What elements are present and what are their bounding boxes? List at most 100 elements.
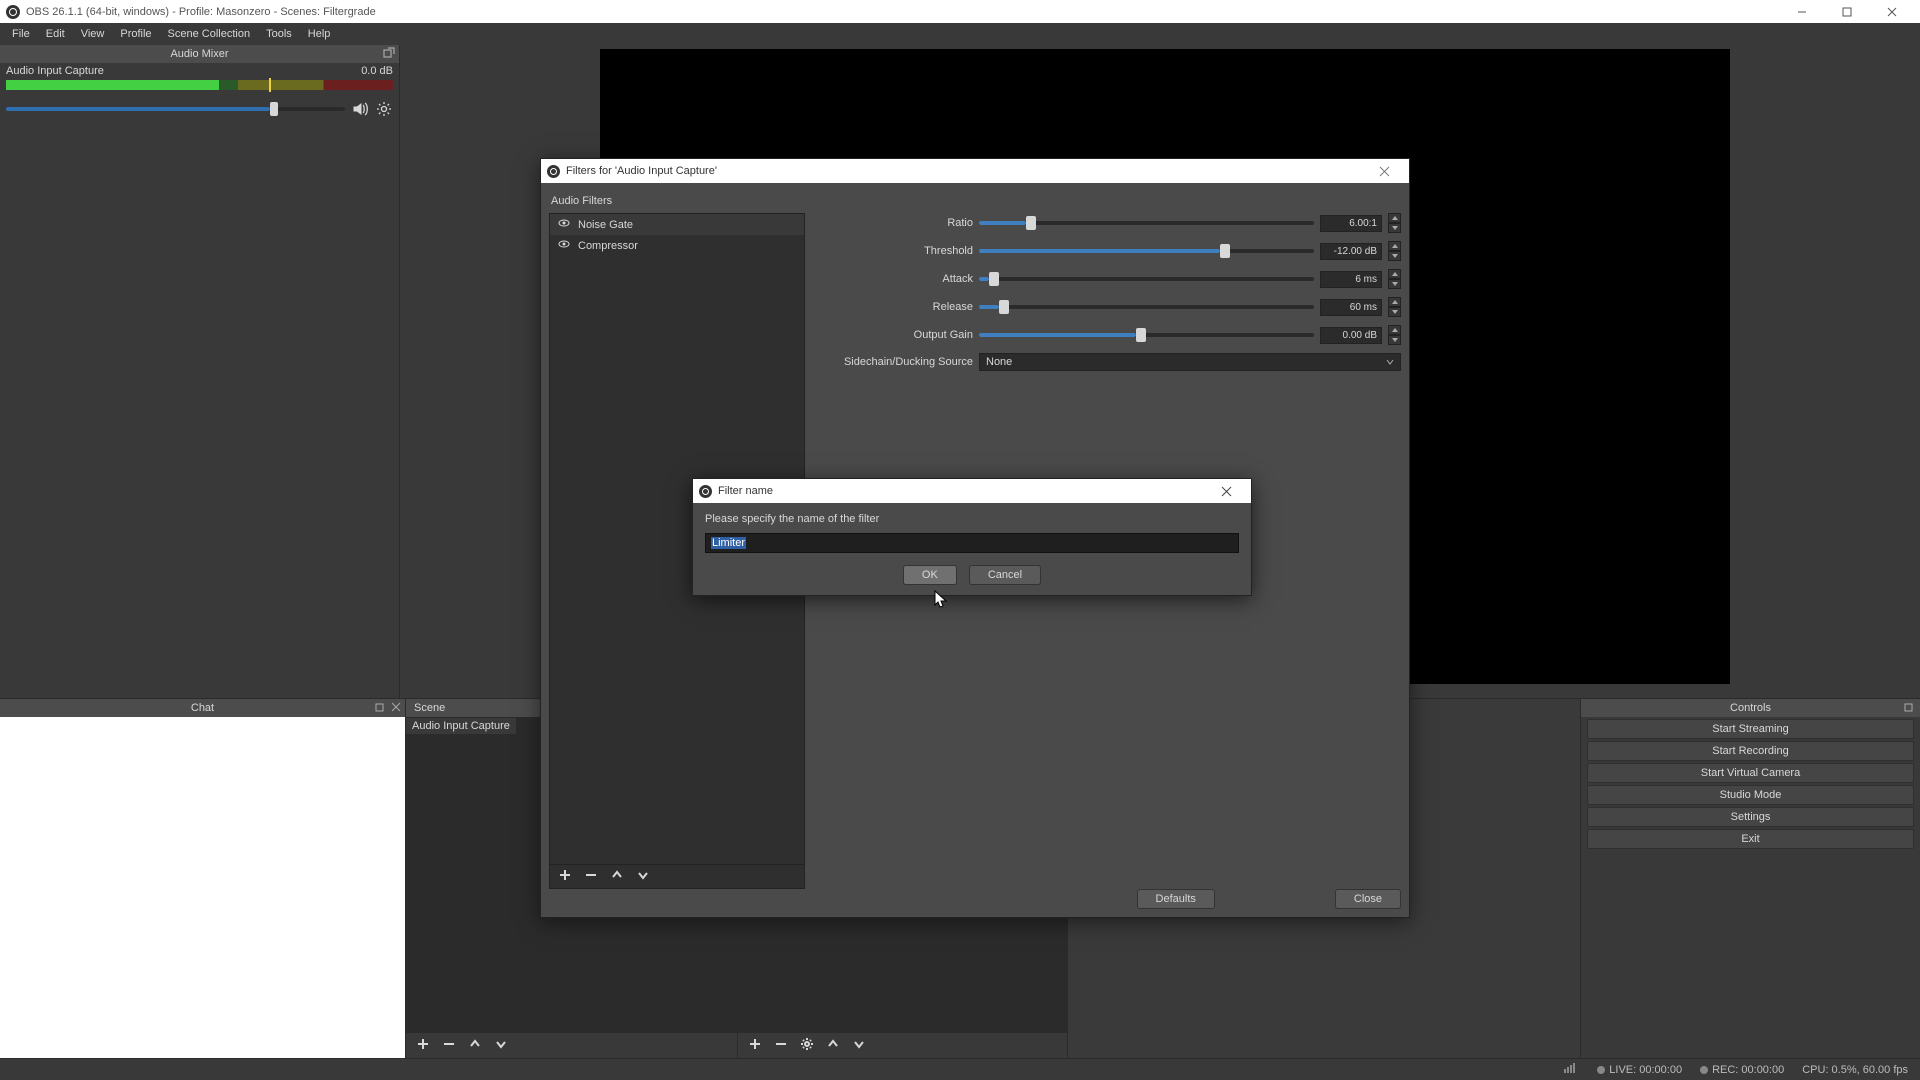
filter-name-prompt: Please specify the name of the filter <box>705 513 1239 525</box>
start-virtual-camera-button[interactable]: Start Virtual Camera <box>1587 763 1914 783</box>
add-icon[interactable] <box>558 868 572 885</box>
remove-icon[interactable] <box>442 1037 456 1054</box>
menu-scene-collection[interactable]: Scene Collection <box>160 25 259 43</box>
audio-meter <box>6 80 393 90</box>
close-icon[interactable] <box>1365 159 1403 183</box>
move-up-icon[interactable] <box>610 868 624 885</box>
audio-mixer-title: Audio Mixer <box>0 45 399 63</box>
release-slider[interactable] <box>979 305 1314 309</box>
start-streaming-button[interactable]: Start Streaming <box>1587 719 1914 739</box>
controls-panel: Controls Start Streaming Start Recording… <box>1580 698 1920 1058</box>
exit-button[interactable]: Exit <box>1587 829 1914 849</box>
defaults-button[interactable]: Defaults <box>1137 889 1215 909</box>
mouse-cursor <box>934 590 948 610</box>
controls-title: Controls <box>1730 702 1771 714</box>
menu-profile[interactable]: Profile <box>112 25 159 43</box>
prop-attack: Attack 6 ms <box>813 269 1401 289</box>
prop-sidechain: Sidechain/Ducking Source None <box>813 353 1401 371</box>
add-icon[interactable] <box>748 1037 762 1054</box>
filter-item-noise-gate[interactable]: Noise Gate <box>550 214 804 235</box>
move-up-icon[interactable] <box>468 1037 482 1054</box>
threshold-value[interactable]: -12.00 dB <box>1320 243 1382 260</box>
chevron-down-icon <box>1386 358 1394 366</box>
close-icon[interactable] <box>390 701 402 713</box>
threshold-slider[interactable] <box>979 249 1314 253</box>
menu-file[interactable]: File <box>4 25 38 43</box>
menu-edit[interactable]: Edit <box>38 25 73 43</box>
threshold-spinner[interactable] <box>1388 241 1401 261</box>
audio-mixer-panel: Audio Mixer Audio Input Capture 0.0 dB <box>0 45 400 698</box>
filter-name-input[interactable]: Limiter <box>705 533 1239 553</box>
ratio-value[interactable]: 6.00:1 <box>1320 215 1382 232</box>
filter-name-titlebar[interactable]: Filter name <box>693 479 1251 503</box>
gain-value[interactable]: 0.00 dB <box>1320 327 1382 344</box>
filter-name-title: Filter name <box>718 485 773 497</box>
close-icon[interactable] <box>1207 479 1245 503</box>
studio-mode-button[interactable]: Studio Mode <box>1587 785 1914 805</box>
status-live: LIVE: 00:00:00 <box>1597 1064 1682 1076</box>
menu-view[interactable]: View <box>73 25 113 43</box>
status-rec: REC: 00:00:00 <box>1700 1064 1784 1076</box>
window-titlebar: OBS 26.1.1 (64-bit, windows) - Profile: … <box>0 0 1920 23</box>
filter-item-compressor[interactable]: Compressor <box>550 235 804 256</box>
sidechain-select[interactable]: None <box>979 353 1401 371</box>
ratio-spinner[interactable] <box>1388 213 1401 233</box>
popout-icon[interactable] <box>383 47 395 59</box>
status-cpu: CPU: 0.5%, 60.00 fps <box>1802 1064 1908 1076</box>
popout-icon[interactable] <box>375 701 387 713</box>
move-up-icon[interactable] <box>826 1037 840 1054</box>
window-title: OBS 26.1.1 (64-bit, windows) - Profile: … <box>26 6 376 18</box>
gear-icon[interactable] <box>375 100 393 118</box>
audio-filters-label: Audio Filters <box>551 195 1399 207</box>
gear-icon[interactable] <box>800 1037 814 1054</box>
release-spinner[interactable] <box>1388 297 1401 317</box>
start-recording-button[interactable]: Start Recording <box>1587 741 1914 761</box>
move-down-icon[interactable] <box>636 868 650 885</box>
chat-title: Chat <box>0 699 405 717</box>
settings-button[interactable]: Settings <box>1587 807 1914 827</box>
obs-logo-icon <box>547 165 560 178</box>
eye-icon[interactable] <box>558 238 570 253</box>
attack-value[interactable]: 6 ms <box>1320 271 1382 288</box>
scene-tools <box>406 1032 737 1058</box>
attack-spinner[interactable] <box>1388 269 1401 289</box>
filters-dialog-titlebar[interactable]: Filters for 'Audio Input Capture' <box>541 159 1409 183</box>
selected-source-label: Audio Input Capture <box>406 718 516 734</box>
ratio-slider[interactable] <box>979 221 1314 225</box>
speaker-icon[interactable] <box>351 100 369 118</box>
minimize-button[interactable] <box>1779 0 1824 23</box>
gain-spinner[interactable] <box>1388 325 1401 345</box>
move-down-icon[interactable] <box>852 1037 866 1054</box>
close-button[interactable]: Close <box>1335 889 1401 909</box>
mixer-level: 0.0 dB <box>361 65 393 77</box>
volume-slider[interactable] <box>6 107 345 111</box>
menu-help[interactable]: Help <box>300 25 339 43</box>
filter-list-tools <box>550 864 804 888</box>
close-button[interactable] <box>1869 0 1914 23</box>
move-down-icon[interactable] <box>494 1037 508 1054</box>
prop-threshold: Threshold -12.00 dB <box>813 241 1401 261</box>
remove-icon[interactable] <box>584 868 598 885</box>
status-network-icon <box>1564 1063 1579 1076</box>
obs-logo-icon <box>699 485 712 498</box>
prop-output-gain: Output Gain 0.00 dB <box>813 325 1401 345</box>
filters-dialog-title: Filters for 'Audio Input Capture' <box>566 165 717 177</box>
attack-slider[interactable] <box>979 277 1314 281</box>
release-value[interactable]: 60 ms <box>1320 299 1382 316</box>
chat-body[interactable] <box>0 717 405 1058</box>
menu-tools[interactable]: Tools <box>258 25 300 43</box>
gain-slider[interactable] <box>979 333 1314 337</box>
ok-button[interactable]: OK <box>903 565 957 585</box>
cancel-button[interactable]: Cancel <box>969 565 1041 585</box>
prop-ratio: Ratio 6.00:1 <box>813 213 1401 233</box>
add-icon[interactable] <box>416 1037 430 1054</box>
maximize-button[interactable] <box>1824 0 1869 23</box>
remove-icon[interactable] <box>774 1037 788 1054</box>
obs-logo-icon <box>6 5 20 19</box>
menubar: File Edit View Profile Scene Collection … <box>0 23 1920 45</box>
eye-icon[interactable] <box>558 217 570 232</box>
popout-icon[interactable] <box>1904 701 1916 719</box>
chat-panel: Chat <box>0 698 406 1058</box>
mixer-source-name: Audio Input Capture <box>6 65 104 77</box>
status-bar: LIVE: 00:00:00 REC: 00:00:00 CPU: 0.5%, … <box>0 1058 1920 1080</box>
